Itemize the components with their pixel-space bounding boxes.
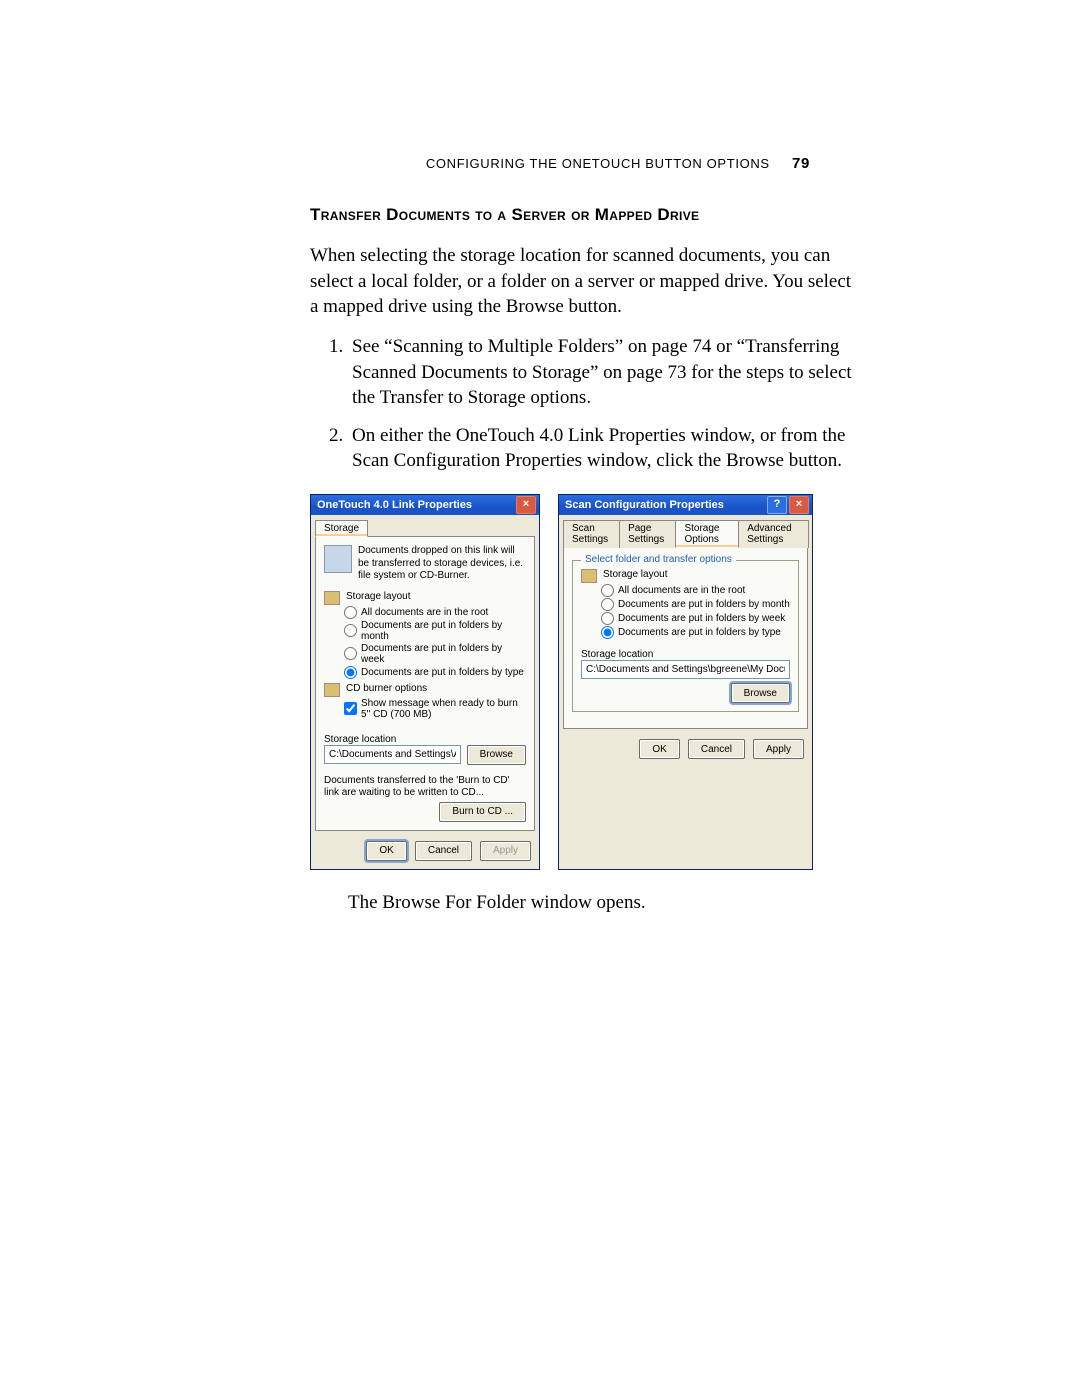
- cd-burner-header: CD burner options: [324, 683, 526, 697]
- section-title: Transfer Documents to a Server or Mapped…: [310, 205, 860, 225]
- step-1: See “Scanning to Multiple Folders” on pa…: [348, 334, 860, 411]
- storage-location-input-right[interactable]: [581, 660, 790, 679]
- steps-list: See “Scanning to Multiple Folders” on pa…: [310, 334, 860, 474]
- figures-row: OneTouch 4.0 Link Properties × Storage D…: [310, 494, 860, 870]
- link-properties-titlebar[interactable]: OneTouch 4.0 Link Properties ×: [311, 495, 539, 515]
- step-2: On either the OneTouch 4.0 Link Properti…: [348, 423, 860, 474]
- cancel-button-right[interactable]: Cancel: [688, 739, 745, 759]
- cd-icon: [324, 683, 340, 697]
- tab-scan-settings[interactable]: Scan Settings: [563, 520, 620, 548]
- tab-storage[interactable]: Storage: [315, 520, 368, 537]
- layout-radio-type-right[interactable]: [601, 626, 614, 639]
- link-description: Documents dropped on this link will be t…: [358, 545, 526, 583]
- layout-radio-month-right[interactable]: [601, 598, 614, 611]
- layout-radio-week[interactable]: [344, 647, 357, 660]
- running-header-text: CONFIGURING THE ONETOUCH BUTTON OPTIONS: [426, 156, 770, 171]
- apply-button-left: Apply: [480, 841, 531, 861]
- tab-page-settings[interactable]: Page Settings: [619, 520, 676, 548]
- cd-burner-label: CD burner options: [346, 683, 427, 694]
- link-description-row: Documents dropped on this link will be t…: [324, 545, 526, 583]
- folder-icon: [581, 569, 597, 583]
- scan-config-tabs: Scan Settings Page Settings Storage Opti…: [559, 515, 812, 547]
- close-icon[interactable]: ×: [789, 496, 809, 514]
- storage-layout-header: Storage layout: [324, 591, 526, 605]
- apply-button-right[interactable]: Apply: [753, 739, 804, 759]
- tab-advanced-settings[interactable]: Advanced Settings: [738, 520, 809, 548]
- layout-option-type-right[interactable]: Documents are put in folders by type: [601, 626, 790, 639]
- browse-button-right[interactable]: Browse: [731, 683, 790, 703]
- storage-location-label-left: Storage location: [324, 734, 526, 745]
- intro-paragraph: When selecting the storage location for …: [310, 243, 860, 320]
- transfer-options-legend: Select folder and transfer options: [581, 554, 736, 565]
- link-properties-panel: Documents dropped on this link will be t…: [315, 536, 535, 831]
- layout-radio-root[interactable]: [344, 606, 357, 619]
- link-properties-buttons: OK Cancel Apply: [311, 835, 539, 869]
- layout-option-type[interactable]: Documents are put in folders by type: [344, 666, 526, 679]
- scan-config-window: Scan Configuration Properties ? × Scan S…: [558, 494, 813, 870]
- layout-radio-week-right[interactable]: [601, 612, 614, 625]
- ok-button-right[interactable]: OK: [639, 739, 679, 759]
- storage-layout-label: Storage layout: [346, 591, 411, 602]
- link-properties-tabs: Storage: [311, 515, 539, 536]
- storage-location-input-left[interactable]: [324, 745, 461, 764]
- layout-type-label: Documents are put in folders by type: [361, 667, 524, 678]
- layout-radio-type[interactable]: [344, 666, 357, 679]
- layout-option-month[interactable]: Documents are put in folders by month: [344, 620, 526, 642]
- layout-radio-root-right[interactable]: [601, 584, 614, 597]
- page-number: 79: [792, 155, 810, 172]
- scan-config-panel: Select folder and transfer options Stora…: [563, 547, 808, 729]
- tab-storage-label: Storage: [324, 523, 359, 534]
- layout-month-label: Documents are put in folders by month: [361, 620, 526, 642]
- browse-button-left[interactable]: Browse: [467, 745, 526, 765]
- scan-config-titlebar[interactable]: Scan Configuration Properties ? ×: [559, 495, 812, 515]
- burn-note: Documents transferred to the 'Burn to CD…: [324, 775, 526, 800]
- folder-icon: [324, 591, 340, 605]
- layout-week-label: Documents are put in folders by week: [361, 643, 526, 665]
- layout-option-month-right[interactable]: Documents are put in folders by month: [601, 598, 790, 611]
- storage-layout-header-right: Storage layout: [581, 569, 790, 583]
- layout-option-week[interactable]: Documents are put in folders by week: [344, 643, 526, 665]
- storage-device-icon: [324, 545, 352, 573]
- layout-option-week-right[interactable]: Documents are put in folders by week: [601, 612, 790, 625]
- layout-option-root[interactable]: All documents are in the root: [344, 606, 526, 619]
- cd-checkbox[interactable]: [344, 702, 357, 715]
- layout-root-label: All documents are in the root: [361, 607, 488, 618]
- page: CONFIGURING THE ONETOUCH BUTTON OPTIONS …: [0, 0, 1080, 1397]
- link-properties-title: OneTouch 4.0 Link Properties: [317, 499, 472, 511]
- scan-config-buttons: OK Cancel Apply: [559, 733, 812, 767]
- close-icon[interactable]: ×: [516, 496, 536, 514]
- tab-storage-options[interactable]: Storage Options: [675, 520, 739, 548]
- burn-to-cd-button[interactable]: Burn to CD ...: [439, 802, 526, 822]
- transfer-options-group: Select folder and transfer options Stora…: [572, 560, 799, 712]
- storage-location-label-right: Storage location: [581, 649, 790, 660]
- layout-radio-month[interactable]: [344, 624, 357, 637]
- after-figure-text: The Browse For Folder window opens.: [348, 890, 860, 916]
- cancel-button-left[interactable]: Cancel: [415, 841, 472, 861]
- link-properties-window: OneTouch 4.0 Link Properties × Storage D…: [310, 494, 540, 870]
- running-header: CONFIGURING THE ONETOUCH BUTTON OPTIONS …: [426, 155, 810, 172]
- cd-option-label: Show message when ready to burn 5'' CD (…: [361, 698, 526, 720]
- help-icon[interactable]: ?: [767, 496, 787, 514]
- scan-config-title: Scan Configuration Properties: [565, 499, 724, 511]
- cd-option-show-message[interactable]: Show message when ready to burn 5'' CD (…: [344, 698, 526, 720]
- layout-option-root-right[interactable]: All documents are in the root: [601, 584, 790, 597]
- ok-button-left[interactable]: OK: [366, 841, 406, 861]
- storage-layout-label-right: Storage layout: [603, 569, 668, 580]
- storage-location-row-left: Browse: [324, 745, 526, 765]
